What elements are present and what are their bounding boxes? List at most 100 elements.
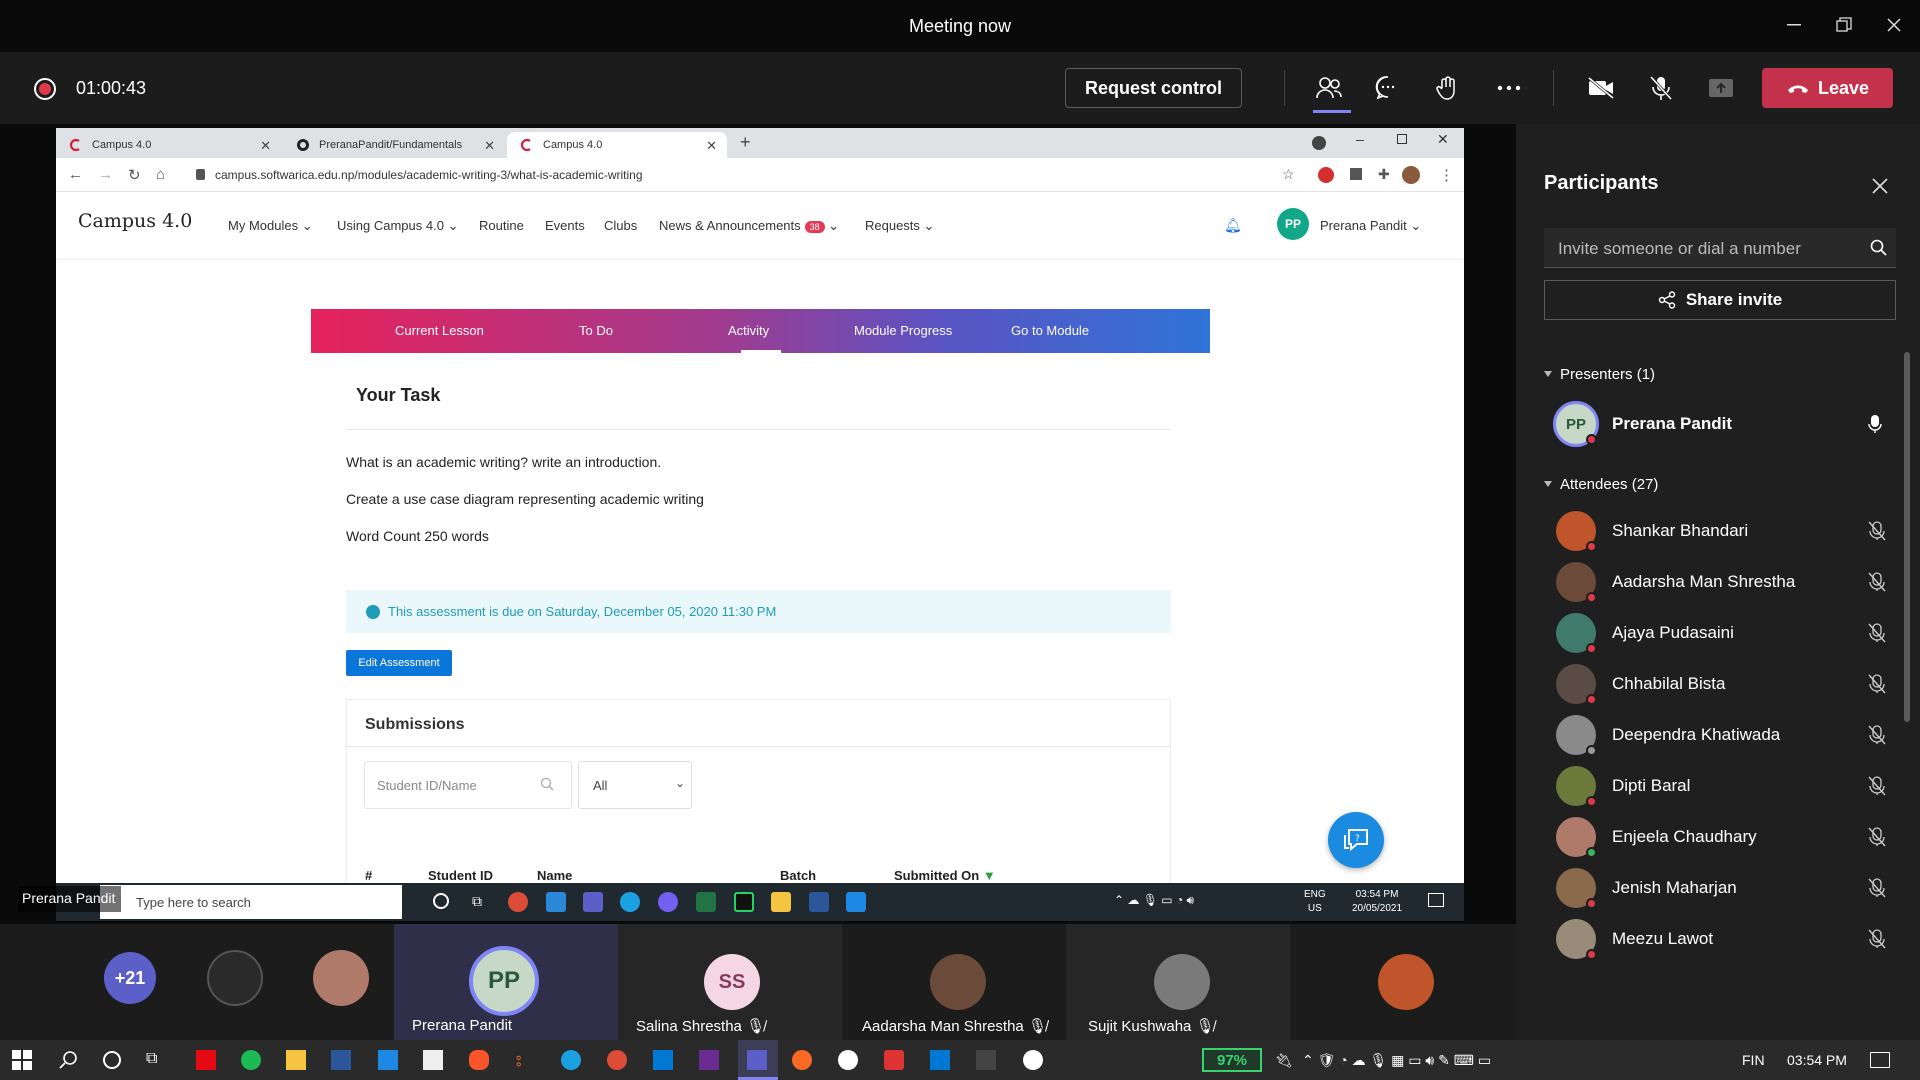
participant-row[interactable]: Meezu Lawot xyxy=(1544,911,1896,961)
forward-icon[interactable]: → xyxy=(98,166,113,183)
campus-logo[interactable]: Campus 4.0 xyxy=(78,210,192,232)
edge-icon[interactable] xyxy=(561,1050,581,1070)
terminal-icon[interactable] xyxy=(976,1050,996,1070)
menu-using-campus[interactable]: Using Campus 4.0 ⌄ xyxy=(337,218,458,234)
cortana-icon[interactable] xyxy=(102,1050,122,1070)
video-tile[interactable]: PP Prerana Pandit xyxy=(394,924,618,1040)
task-view-icon[interactable]: ⧉ xyxy=(146,1050,166,1070)
extension-icon[interactable] xyxy=(1350,168,1362,180)
taskbar-search-input[interactable]: Type here to search xyxy=(100,885,402,919)
extensions-puzzle-icon[interactable]: ✚ xyxy=(1378,166,1390,183)
tray-icons[interactable]: ⌃ 🛡︎ ◔ ☁ 🎙︎ ▦ ▭ 🔊︎ ✎ ⌨ ▭ xyxy=(1302,1052,1491,1069)
git-icon[interactable]: ⦂ xyxy=(516,1050,536,1070)
close-tab-icon[interactable]: ✕ xyxy=(706,138,717,154)
close-window-icon[interactable] xyxy=(1874,12,1914,38)
app-store-icon[interactable] xyxy=(546,892,566,912)
batch-filter-select[interactable]: All ⌄ xyxy=(578,761,692,809)
photos-icon[interactable] xyxy=(846,892,866,912)
avatar[interactable] xyxy=(1378,954,1434,1010)
mail-icon[interactable] xyxy=(378,1050,398,1070)
request-control-button[interactable]: Request control xyxy=(1065,68,1242,108)
more-options-icon[interactable] xyxy=(1493,72,1525,104)
user-avatar[interactable]: PP xyxy=(1277,208,1309,240)
participant-row[interactable]: Shankar Bhandari xyxy=(1544,503,1896,553)
close-tab-icon[interactable]: ✕ xyxy=(260,138,271,154)
video-tile[interactable]: SS Salina Shrestha 🎙︎̸ xyxy=(618,924,842,1040)
reactions-icon[interactable] xyxy=(1432,72,1464,104)
mic-off-icon[interactable] xyxy=(1868,674,1886,694)
browser-tab-active[interactable]: Campus 4.0 ✕ xyxy=(507,132,727,158)
postman-icon[interactable] xyxy=(792,1050,812,1070)
cortana-icon[interactable] xyxy=(433,893,449,909)
participant-row[interactable]: PP Prerana Pandit xyxy=(1544,396,1896,447)
help-chat-button[interactable]: ? xyxy=(1328,812,1384,868)
visual-studio-icon[interactable] xyxy=(699,1050,719,1070)
browser-minimize-icon[interactable]: – xyxy=(1356,131,1364,147)
file-explorer-icon[interactable] xyxy=(771,892,791,912)
participants-icon[interactable] xyxy=(1313,72,1345,104)
tab-search-icon[interactable] xyxy=(1312,136,1326,150)
mic-off-icon[interactable] xyxy=(1868,725,1886,745)
windows-start-icon[interactable] xyxy=(12,1050,32,1070)
menu-routine[interactable]: Routine xyxy=(479,218,524,233)
table-header[interactable]: Student ID xyxy=(428,868,493,883)
mic-off-icon[interactable] xyxy=(1868,827,1886,847)
student-search-input[interactable]: Student ID/Name xyxy=(364,761,572,809)
attendees-header[interactable]: Attendees (27) xyxy=(1544,476,1658,493)
excel-icon[interactable] xyxy=(696,892,716,912)
close-tab-icon[interactable]: ✕ xyxy=(484,138,495,154)
close-panel-icon[interactable] xyxy=(1872,178,1888,194)
browser-restore-icon[interactable] xyxy=(1397,134,1407,144)
app-icon[interactable] xyxy=(884,1050,904,1070)
participant-row[interactable]: Enjeela Chaudhary xyxy=(1544,809,1896,859)
brave-icon[interactable] xyxy=(469,1050,489,1070)
camera-off-icon[interactable] xyxy=(1585,72,1617,104)
overflow-count-button[interactable]: +21 xyxy=(104,952,156,1004)
mic-off-icon[interactable] xyxy=(1868,623,1886,643)
teams-icon[interactable] xyxy=(583,892,603,912)
invite-input[interactable]: Invite someone or dial a number xyxy=(1544,228,1896,268)
participant-row[interactable]: Ajaya Pudasaini xyxy=(1544,605,1896,655)
pycharm-icon[interactable] xyxy=(734,892,754,912)
tab-activity[interactable]: Activity xyxy=(728,323,769,338)
presenters-header[interactable]: Presenters (1) xyxy=(1544,366,1655,383)
taskbar-clock[interactable]: 03:54 PM xyxy=(1787,1052,1847,1068)
avatar[interactable] xyxy=(313,950,369,1006)
mic-off-icon[interactable] xyxy=(1868,929,1886,949)
video-tile[interactable]: Aadarsha Man Shrestha 🎙︎̸ xyxy=(842,924,1066,1040)
mic-on-icon[interactable] xyxy=(1868,414,1882,434)
extension-icon[interactable] xyxy=(1318,167,1334,183)
home-icon[interactable]: ⌂ xyxy=(156,166,165,183)
tab-module-progress[interactable]: Module Progress xyxy=(854,323,952,338)
taskbar-clock[interactable]: 03:54 PM 20/05/2021 xyxy=(1352,888,1402,916)
profile-avatar[interactable] xyxy=(1402,166,1420,184)
menu-my-modules[interactable]: My Modules ⌄ xyxy=(228,218,313,234)
reload-icon[interactable]: ↻ xyxy=(128,166,141,184)
netflix-icon[interactable] xyxy=(196,1050,216,1070)
menu-requests[interactable]: Requests ⌄ xyxy=(865,218,934,234)
participant-row[interactable]: Dipti Baral xyxy=(1544,758,1896,808)
bell-icon[interactable]: 🔔︎ xyxy=(1224,217,1242,234)
edge-icon[interactable] xyxy=(620,892,640,912)
search-icon[interactable] xyxy=(58,1050,78,1070)
task-view-icon[interactable]: ⧉ xyxy=(472,893,482,910)
file-explorer-icon[interactable] xyxy=(286,1050,306,1070)
tab-to-do[interactable]: To Do xyxy=(579,323,613,338)
mic-off-icon[interactable] xyxy=(1868,776,1886,796)
bookmark-star-icon[interactable]: ☆ xyxy=(1282,166,1295,183)
avatar[interactable] xyxy=(207,950,263,1006)
browser-tab[interactable]: PreranaPandit/Fundamentals ✕ xyxy=(283,132,505,158)
table-header[interactable]: Submitted On ▼ xyxy=(894,868,996,883)
input-language[interactable]: FIN xyxy=(1742,1052,1765,1068)
mic-off-icon[interactable] xyxy=(1868,878,1886,898)
menu-events[interactable]: Events xyxy=(545,218,585,233)
chrome-icon[interactable] xyxy=(607,1050,627,1070)
word-icon[interactable] xyxy=(331,1050,351,1070)
share-invite-button[interactable]: Share invite xyxy=(1544,280,1896,320)
teams-icon[interactable] xyxy=(747,1050,767,1070)
restore-icon[interactable] xyxy=(1824,12,1864,38)
mic-off-icon[interactable] xyxy=(1645,72,1677,104)
table-header[interactable]: Name xyxy=(537,868,572,883)
menu-news[interactable]: News & Announcements 38 ⌄ xyxy=(659,218,839,234)
tab-go-to-module[interactable]: Go to Module xyxy=(1011,323,1089,338)
